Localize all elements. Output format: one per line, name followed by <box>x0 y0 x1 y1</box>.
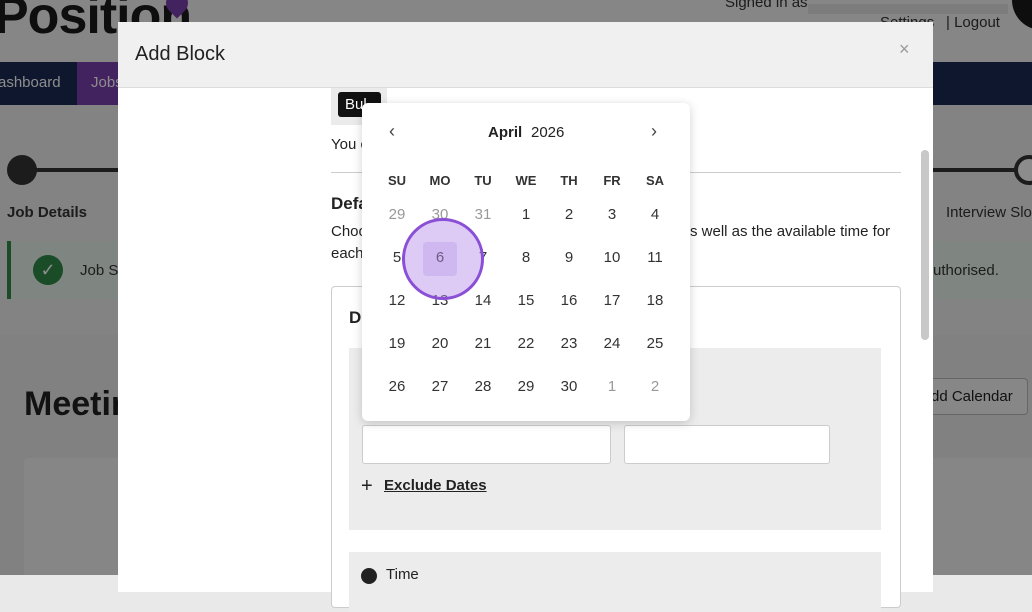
day-cell-outside-month[interactable]: 1 <box>592 372 632 402</box>
day-cell[interactable]: 28 <box>463 372 503 402</box>
modal-header: Add Block × <box>118 22 933 88</box>
datepicker-month[interactable]: April <box>488 124 522 141</box>
day-cell[interactable]: 1 <box>506 200 546 230</box>
click-indicator <box>402 218 484 300</box>
weekday-sa: SA <box>645 173 665 188</box>
day-cell[interactable]: 29 <box>506 372 546 402</box>
day-cell[interactable]: 19 <box>377 329 417 359</box>
day-cell[interactable]: 12 <box>377 286 417 316</box>
start-date-input[interactable] <box>362 425 611 464</box>
day-cell[interactable]: 2 <box>549 200 589 230</box>
chevron-left-icon[interactable]: ‹ <box>389 121 395 142</box>
close-icon[interactable]: × <box>899 39 910 60</box>
weekday-fr: FR <box>603 173 621 188</box>
day-cell[interactable]: 3 <box>592 200 632 230</box>
end-date-input[interactable] <box>624 425 830 464</box>
time-box <box>349 552 881 612</box>
day-cell[interactable]: 17 <box>592 286 632 316</box>
day-cell[interactable]: 24 <box>592 329 632 359</box>
day-cell-outside-month[interactable]: 2 <box>635 372 675 402</box>
weekday-th: TH <box>560 173 578 188</box>
day-cell[interactable]: 21 <box>463 329 503 359</box>
day-cell[interactable]: 18 <box>635 286 675 316</box>
day-cell[interactable]: 10 <box>592 243 632 273</box>
datepicker-year[interactable]: 2026 <box>531 124 564 141</box>
dates-card-heading: D <box>349 308 362 327</box>
day-cell[interactable]: 16 <box>549 286 589 316</box>
modal-title: Add Block <box>135 43 226 65</box>
chevron-right-icon[interactable]: › <box>651 121 657 142</box>
day-cell[interactable]: 15 <box>506 286 546 316</box>
description-text-end: s well as the available time for <box>690 223 891 240</box>
plus-icon[interactable]: + <box>361 475 373 498</box>
day-cell[interactable]: 30 <box>549 372 589 402</box>
weekday-we: WE <box>515 173 537 188</box>
day-cell[interactable]: 8 <box>506 243 546 273</box>
day-cell[interactable]: 22 <box>506 329 546 359</box>
day-cell[interactable]: 20 <box>420 329 460 359</box>
weekday-su: SU <box>387 173 407 188</box>
day-cell[interactable]: 11 <box>635 243 675 273</box>
day-cell-outside-month[interactable]: 29 <box>377 200 417 230</box>
info-icon <box>361 568 377 584</box>
day-cell-outside-month[interactable]: 31 <box>463 200 503 230</box>
day-cell[interactable]: 27 <box>420 372 460 402</box>
weekday-tu: TU <box>474 173 492 188</box>
exclude-dates-link[interactable]: Exclude Dates <box>384 477 487 494</box>
day-cell[interactable]: 26 <box>377 372 417 402</box>
description-text-line2: each <box>331 245 364 262</box>
day-cell[interactable]: 9 <box>549 243 589 273</box>
weekday-mo: MO <box>429 173 451 188</box>
day-cell[interactable]: 23 <box>549 329 589 359</box>
modal-scrollbar[interactable] <box>921 150 929 340</box>
day-cell[interactable]: 4 <box>635 200 675 230</box>
day-cell[interactable]: 25 <box>635 329 675 359</box>
